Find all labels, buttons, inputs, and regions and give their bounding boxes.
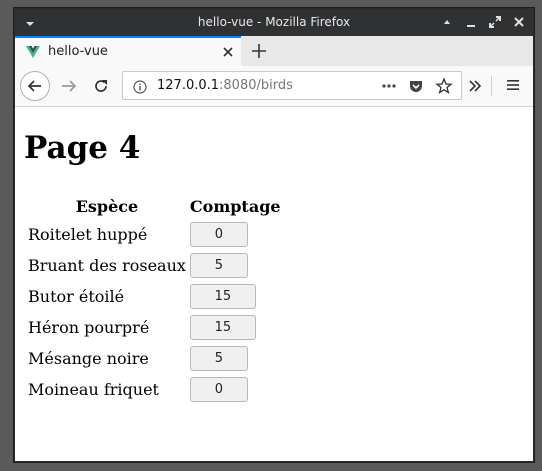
- forward-arrow-right-icon[interactable]: [59, 76, 79, 96]
- species-name: Bruant des roseaux: [28, 256, 186, 275]
- table-row: Butor étoilé 15: [27, 282, 282, 311]
- count-button[interactable]: 15: [189, 315, 256, 340]
- page-title: Page 4: [24, 130, 141, 166]
- count-button[interactable]: 15: [189, 284, 256, 309]
- tab-close-icon[interactable]: [221, 44, 235, 58]
- minimize-icon[interactable]: [463, 14, 479, 30]
- species-name: Roitelet huppé: [28, 225, 148, 244]
- tab-strip: hello-vue: [15, 36, 533, 67]
- tab-hello-vue[interactable]: hello-vue: [15, 36, 241, 66]
- species-name: Héron pourpré: [28, 318, 150, 337]
- species-name: Mésange noire: [28, 349, 149, 368]
- table-row: Moineau friquet 0: [27, 375, 282, 404]
- table-row: Roitelet huppé 0: [27, 220, 282, 249]
- count-button[interactable]: 0: [189, 377, 248, 402]
- site-info-icon[interactable]: [133, 79, 147, 94]
- menu-hamburger-icon[interactable]: [505, 77, 521, 93]
- url-text[interactable]: 127.0.0.1:8080/birds: [157, 78, 293, 93]
- count-button[interactable]: 5: [189, 346, 248, 371]
- back-arrow-left-icon[interactable]: [20, 71, 50, 101]
- column-header-species: Espèce: [75, 196, 139, 216]
- table-row: Bruant des roseaux 5: [27, 251, 282, 280]
- table-row: Mésange noire 5: [27, 344, 282, 373]
- browser-window: hello-vue - Mozilla Firefox hello-vue 12…: [14, 8, 534, 462]
- url-host: 127.0.0.1: [157, 78, 220, 93]
- reload-icon[interactable]: [91, 76, 111, 96]
- window-controls: [439, 14, 527, 30]
- navigation-toolbar: 127.0.0.1:8080/birds: [15, 66, 533, 107]
- species-name: Moineau friquet: [28, 380, 159, 399]
- birds-table: Espèce Comptage Roitelet huppé 0 Bruant …: [25, 192, 284, 406]
- page-actions-more-horizontal-icon[interactable]: [381, 78, 397, 94]
- toolbar-separator: [491, 76, 492, 96]
- table-row: Héron pourpré 15: [27, 313, 282, 342]
- overflow-double-chevron-icon[interactable]: [466, 76, 484, 96]
- new-tab-plus-icon[interactable]: [249, 41, 269, 61]
- species-name: Butor étoilé: [28, 287, 125, 306]
- maximize-icon[interactable]: [487, 14, 503, 30]
- window-up-icon[interactable]: [439, 14, 455, 30]
- url-path: :8080/birds: [219, 78, 293, 93]
- page-content: Page 4 Espèce Comptage Roitelet huppé 0 …: [15, 107, 533, 461]
- bookmark-star-icon[interactable]: [435, 77, 453, 95]
- count-button[interactable]: 5: [189, 253, 248, 278]
- column-header-count: Comptage: [189, 196, 281, 216]
- window-titlebar: hello-vue - Mozilla Firefox: [15, 9, 533, 36]
- pocket-icon[interactable]: [408, 78, 424, 94]
- table-header-row: Espèce Comptage: [27, 194, 282, 218]
- tab-title: hello-vue: [48, 44, 108, 59]
- count-button[interactable]: 0: [189, 222, 248, 247]
- url-bar[interactable]: 127.0.0.1:8080/birds: [122, 71, 462, 100]
- vue-logo-icon: [25, 44, 41, 60]
- close-window-icon[interactable]: [511, 14, 527, 30]
